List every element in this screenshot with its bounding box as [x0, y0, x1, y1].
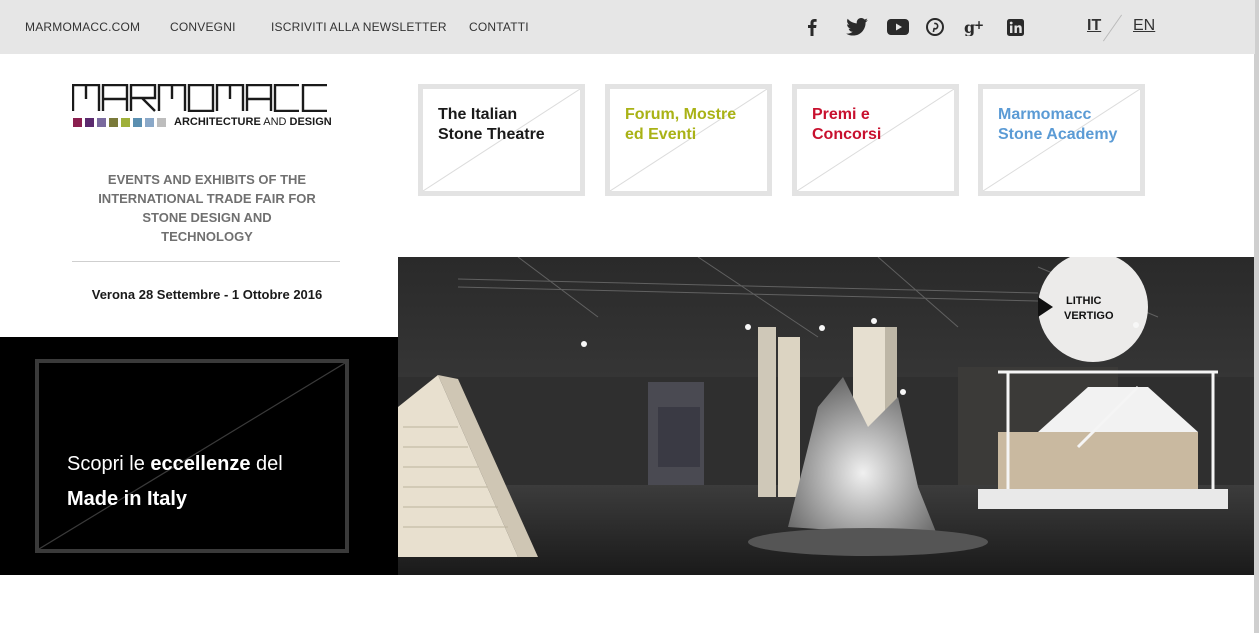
logo-square: [97, 118, 106, 127]
hero-image: LITHIC VERTIGO: [398, 257, 1254, 575]
tile-premi-concorsi[interactable]: Premi e Concorsi: [792, 84, 959, 196]
promo-panel: Scopri le eccellenze del Made in Italy: [0, 337, 398, 575]
logo-square: [85, 118, 94, 127]
linkedin-icon[interactable]: [1003, 15, 1027, 39]
tagline-line: TECHNOLOGY: [161, 229, 253, 244]
nav-link-newsletter[interactable]: ISCRIVITI ALLA NEWSLETTER: [271, 20, 447, 34]
logo-square: [121, 118, 130, 127]
hero-sign-line1: LITHIC: [1066, 295, 1101, 307]
logo-subtitle-design: DESIGN: [289, 116, 332, 128]
twitter-icon[interactable]: [845, 15, 869, 39]
tagline: EVENTS AND EXHIBITS OF THE INTERNATIONAL…: [72, 170, 342, 246]
tile-label: Marmomacc: [998, 106, 1092, 123]
tagline-line: EVENTS AND EXHIBITS OF THE: [107, 172, 307, 187]
lang-en-link[interactable]: EN: [1133, 17, 1155, 35]
tagline-line: INTERNATIONAL TRADE FAIR FOR: [98, 191, 316, 206]
logo-subtitle-architecture: ARCHITECTURE: [174, 116, 261, 128]
tile-label: Stone Academy: [998, 126, 1118, 143]
event-dates: Verona 28 Settembre - 1 Ottobre 2016: [91, 287, 323, 302]
tile-italian-stone-theatre[interactable]: The Italian Stone Theatre: [418, 84, 585, 196]
tile-stone-academy[interactable]: Marmomacc Stone Academy: [978, 84, 1145, 196]
logo-subtitle-and: AND: [263, 116, 287, 128]
page-edge: [1254, 54, 1259, 633]
tile-label: ed Eventi: [625, 126, 697, 143]
marmomacc-logo[interactable]: ARCHITECTURE AND DESIGN: [71, 83, 342, 128]
tile-label: Concorsi: [812, 126, 882, 143]
promo-made-in-italy-link[interactable]: Scopri le eccellenze del Made in Italy: [35, 359, 349, 553]
tile-label: The Italian: [438, 106, 518, 123]
logo-square: [109, 118, 118, 127]
hero-sign-line2: VERTIGO: [1064, 310, 1114, 322]
youtube-icon[interactable]: [886, 15, 910, 39]
logo-wordmark: [71, 83, 327, 113]
divider: [72, 261, 340, 262]
promo-text-pre: Scopri le: [67, 453, 151, 475]
promo-text-line2: Made in Italy: [67, 488, 188, 510]
nav-link-convegni[interactable]: CONVEGNI: [170, 20, 236, 34]
logo-color-squares: [73, 118, 166, 127]
logo-square: [145, 118, 154, 127]
tile-label: Stone Theatre: [438, 126, 545, 143]
page: MARMOMACC.COM CONVEGNI ISCRIVITI ALLA NE…: [0, 0, 1259, 633]
logo-square: [73, 118, 82, 127]
logo-subtitle: ARCHITECTURE AND DESIGN: [174, 116, 332, 128]
lang-separator: [1102, 14, 1123, 42]
lang-it-link[interactable]: IT: [1087, 17, 1101, 35]
nav-link-marmomacc[interactable]: MARMOMACC.COM: [25, 20, 140, 34]
exhibition-photo: LITHIC VERTIGO: [398, 257, 1254, 575]
tile-label: Premi e: [812, 106, 870, 123]
tile-label: Forum, Mostre: [625, 106, 737, 123]
tile-forum-mostre-eventi[interactable]: Forum, Mostre ed Eventi: [605, 84, 772, 196]
facebook-icon[interactable]: [800, 15, 824, 39]
svg-text:+: +: [974, 18, 984, 32]
logo-square: [133, 118, 142, 127]
pinterest-icon[interactable]: [923, 15, 947, 39]
logo-square: [157, 118, 166, 127]
tagline-line: STONE DESIGN AND: [142, 210, 272, 225]
promo-text: Scopri le eccellenze del Made in Italy: [67, 447, 283, 517]
promo-text-highlight: eccellenze: [150, 453, 251, 475]
top-bar: MARMOMACC.COM CONVEGNI ISCRIVITI ALLA NE…: [0, 0, 1259, 54]
google-plus-icon[interactable]: g +: [963, 15, 987, 39]
promo-text-post: del: [250, 453, 283, 475]
nav-link-contatti[interactable]: CONTATTI: [469, 20, 529, 34]
